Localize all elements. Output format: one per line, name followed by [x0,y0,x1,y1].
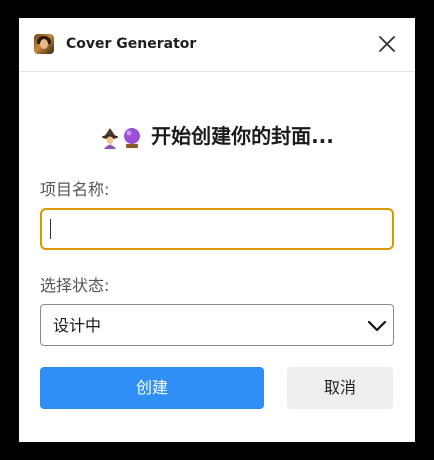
portrait-icon [34,34,54,54]
status-select-value: 设计中 [53,316,102,335]
window-title: Cover Generator [66,36,197,52]
status-select[interactable]: 设计中 [40,304,394,346]
cancel-button[interactable]: 取消 [287,367,393,409]
project-name-label: 项目名称: [40,180,110,199]
status-label: 选择状态: [40,276,110,295]
close-button[interactable] [375,32,399,56]
create-button[interactable]: 创建 [40,367,264,409]
title-bar: Cover Generator [19,18,415,72]
mage-icon [102,127,119,149]
page-heading: 开始创建你的封面... [19,122,415,150]
project-name-input[interactable] [40,208,394,250]
crystal-ball-icon [124,127,141,148]
chevron-down-icon [367,320,387,332]
text-caret [50,219,51,239]
close-icon [379,36,395,52]
heading-text: 开始创建你的封面... [151,124,334,148]
dialog-window: Cover Generator 开始创建你的封面... 项目名称: 选择状态: … [19,18,415,442]
